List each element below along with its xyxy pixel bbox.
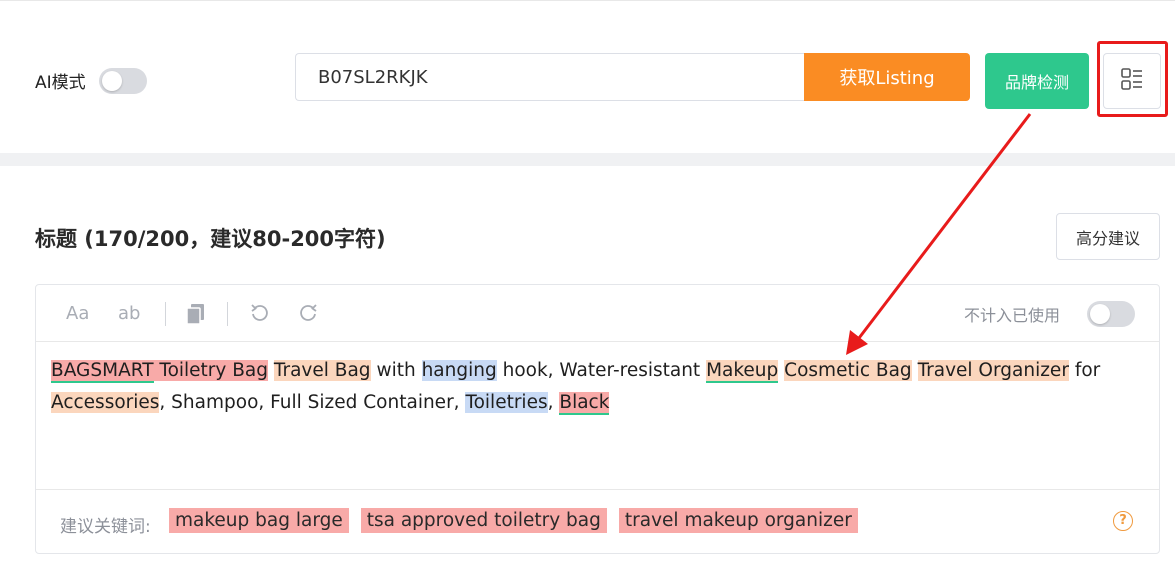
editor-toolbar: Aa ab 不计入已使用 [36,285,1159,342]
exclude-used-toggle[interactable] [1087,301,1135,327]
fetch-listing-button[interactable]: 获取Listing [804,53,970,101]
highlighted-token: Cosmetic Bag [784,360,912,381]
toggle-knob [1090,304,1110,324]
ai-mode-toggle[interactable] [99,68,147,94]
highlighted-token: hanging [421,360,497,381]
highlighted-token: Makeup [706,360,779,383]
undo-icon[interactable] [250,303,270,328]
highlighted-token: Travel Organizer [917,360,1069,381]
toolbar-divider [165,302,166,326]
keyword-chip-list: makeup bag large tsa approved toiletry ba… [169,508,858,533]
help-icon[interactable]: ? [1113,511,1133,531]
highlighted-token: Travel Bag [273,360,371,381]
asin-input[interactable] [295,53,805,101]
high-score-suggestion-button[interactable]: 高分建议 [1056,213,1160,260]
title-editor: Aa ab 不计入已使用 BAGSMART Toiletry Bag Trave… [35,284,1160,554]
title-panel: 标题 (170/200，建议80-200字符) 高分建议 Aa ab 不计入已使… [0,166,1175,576]
ai-mode-label: AI模式 [35,73,86,93]
keyword-chip[interactable]: makeup bag large [169,508,349,533]
title-text-segment: for [1068,360,1101,381]
title-text[interactable]: BAGSMART Toiletry Bag Travel Bag with ha… [51,355,1146,419]
suggested-keywords-label: 建议关键词: [60,517,151,537]
highlighted-token: Accessories [51,392,160,413]
annotation-highlight-box [1097,41,1168,117]
exclude-used-label: 不计入已使用 [964,306,1061,325]
token-part: Toiletry Bag [153,360,269,381]
redo-icon[interactable] [298,303,318,328]
toolbar-divider [227,302,228,326]
keyword-chip[interactable]: tsa approved toiletry bag [360,508,607,533]
title-text-segment: hook, Water-resistant [496,360,707,381]
lowercase-button[interactable]: ab [118,303,140,324]
highlighted-token: Black [559,392,610,415]
uppercase-button[interactable]: Aa [66,303,89,324]
title-text-segment: , [547,392,560,413]
search-panel: AI模式 获取Listing 品牌检测 [0,0,1175,153]
title-text-segment: with [370,360,422,381]
section-title: 标题 (170/200，建议80-200字符) [35,227,386,251]
toggle-knob [102,71,122,91]
highlighted-token: BAGSMART Toiletry Bag [51,360,269,383]
keyword-chip[interactable]: travel makeup organizer [618,508,858,533]
highlighted-token: Toiletries [465,392,548,413]
brand-check-button[interactable]: 品牌检测 [985,53,1089,109]
title-text-segment [912,360,918,381]
title-text-segment: , Shampoo, Full Sized Container, [159,392,466,413]
token-part: BAGSMART [51,360,154,383]
suggested-keywords-row: 建议关键词: makeup bag large tsa approved toil… [36,489,1159,554]
copy-icon[interactable] [186,303,206,330]
